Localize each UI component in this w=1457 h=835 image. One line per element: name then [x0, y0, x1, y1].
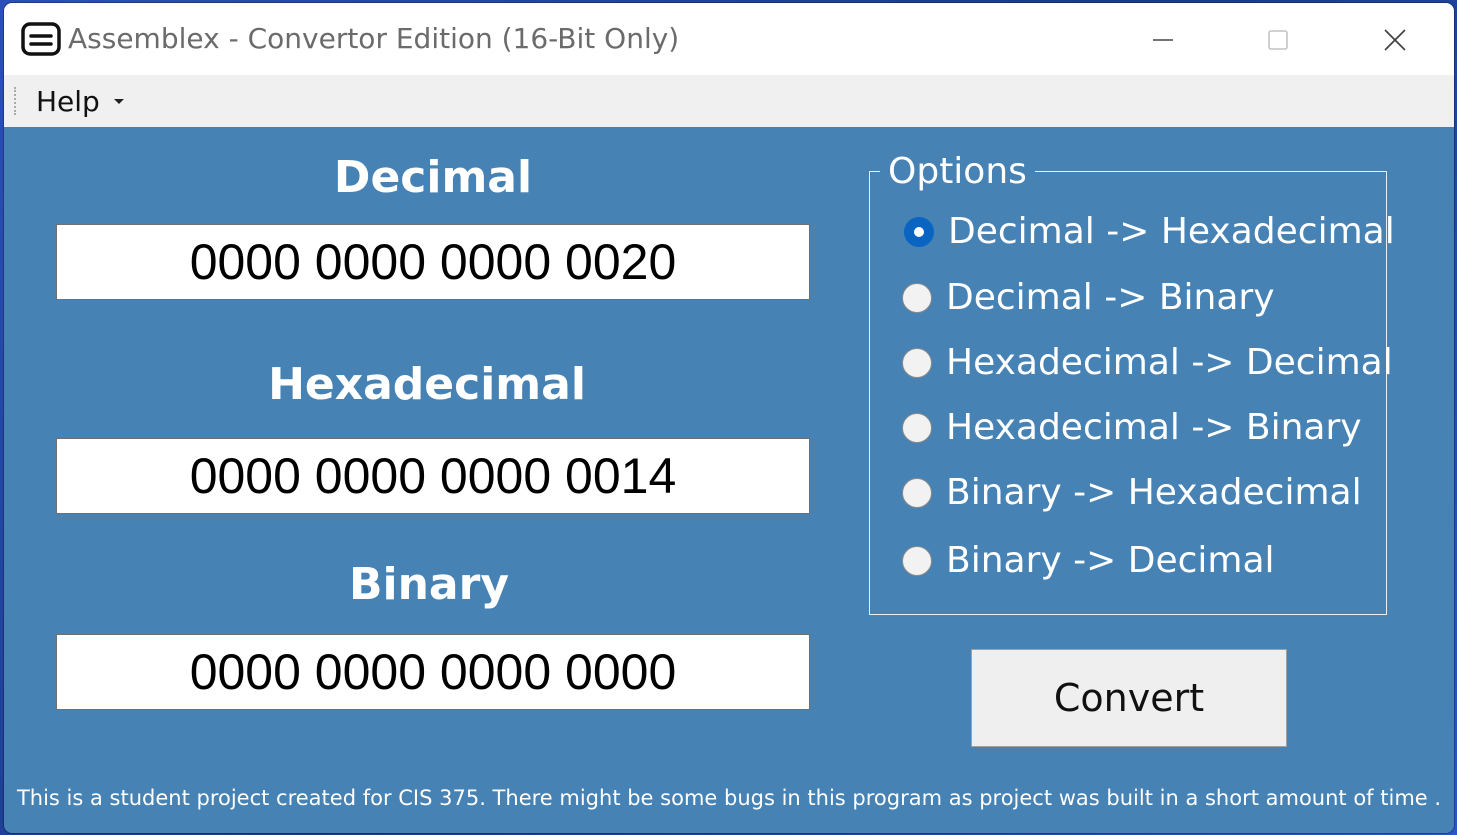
- options-legend: Options: [880, 152, 1035, 192]
- radio-unchecked-icon[interactable]: [902, 546, 932, 576]
- radio-unchecked-icon[interactable]: [902, 413, 932, 443]
- option-hexadecimal-to-decimal[interactable]: Hexadecimal -> Decimal: [902, 341, 1393, 385]
- binary-field[interactable]: 0000 0000 0000 0000: [56, 634, 810, 710]
- footer-note: This is a student project created for CI…: [16, 786, 1442, 810]
- keyboard-icon: [21, 21, 61, 57]
- option-hexadecimal-to-binary[interactable]: Hexadecimal -> Binary: [902, 406, 1362, 450]
- convert-button[interactable]: Convert: [971, 649, 1287, 747]
- radio-checked-icon[interactable]: [904, 217, 934, 247]
- option-label: Binary -> Decimal: [946, 540, 1275, 581]
- menu-grip: [14, 87, 18, 115]
- help-menu[interactable]: Help: [26, 81, 134, 121]
- maximize-icon[interactable]: [1255, 17, 1301, 63]
- radio-unchecked-icon[interactable]: [902, 348, 932, 378]
- radio-unchecked-icon[interactable]: [902, 283, 932, 313]
- option-decimal-to-binary[interactable]: Decimal -> Binary: [902, 276, 1275, 320]
- minimize-icon[interactable]: [1140, 17, 1186, 63]
- hexadecimal-heading: Hexadecimal: [268, 359, 586, 410]
- option-binary-to-hexadecimal[interactable]: Binary -> Hexadecimal: [902, 471, 1362, 515]
- option-label: Decimal -> Binary: [946, 277, 1275, 318]
- window-title: Assemblex - Convertor Edition (16-Bit On…: [68, 22, 680, 55]
- option-binary-to-decimal[interactable]: Binary -> Decimal: [902, 539, 1275, 583]
- option-decimal-to-hexadecimal[interactable]: Decimal -> Hexadecimal: [904, 210, 1395, 254]
- binary-heading: Binary: [348, 559, 509, 610]
- close-icon[interactable]: [1372, 17, 1418, 63]
- decimal-heading: Decimal: [333, 152, 533, 203]
- title-bar[interactable]: Assemblex - Convertor Edition (16-Bit On…: [4, 3, 1454, 75]
- options-group: Options Decimal -> Hexadecimal Decimal -…: [869, 152, 1395, 615]
- decimal-field[interactable]: 0000 0000 0000 0020: [56, 224, 810, 300]
- option-label: Decimal -> Hexadecimal: [948, 211, 1395, 252]
- menu-bar: Help: [4, 75, 1454, 127]
- option-label: Hexadecimal -> Binary: [946, 407, 1362, 448]
- radio-unchecked-icon[interactable]: [902, 478, 932, 508]
- option-label: Binary -> Hexadecimal: [946, 472, 1362, 513]
- caret-down-icon: [113, 98, 124, 104]
- hexadecimal-field[interactable]: 0000 0000 0000 0014: [56, 438, 810, 514]
- option-label: Hexadecimal -> Decimal: [946, 342, 1393, 383]
- app-window: Assemblex - Convertor Edition (16-Bit On…: [4, 3, 1454, 833]
- help-menu-label: Help: [36, 84, 100, 118]
